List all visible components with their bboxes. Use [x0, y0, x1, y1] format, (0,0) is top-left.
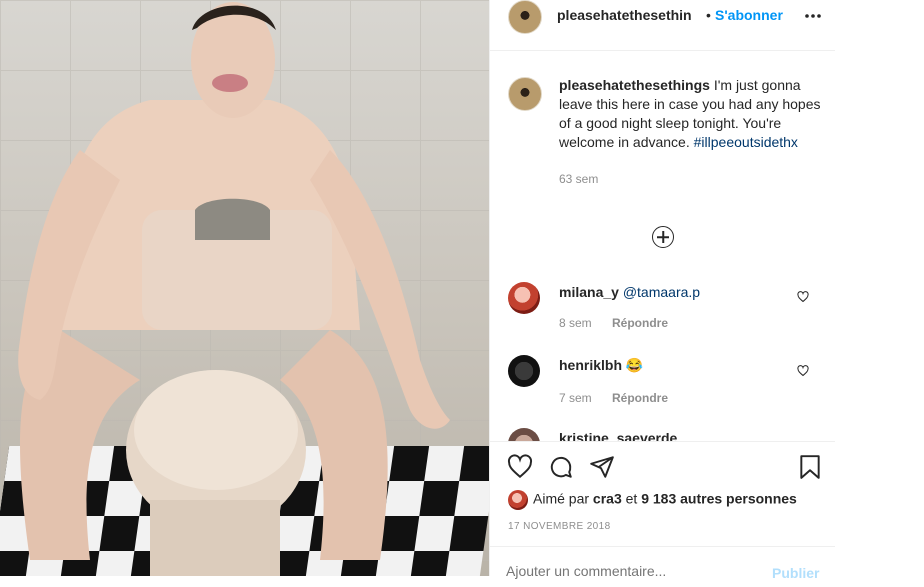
author-avatar[interactable]	[508, 0, 542, 34]
comment-like-icon[interactable]	[797, 291, 809, 303]
liker-avatar	[508, 490, 528, 510]
comment-username[interactable]: milana_y	[559, 284, 619, 300]
comments-scroll-area[interactable]: pleasehatethesethings I'm just gonna lea…	[490, 52, 836, 441]
like-icon[interactable]	[507, 454, 533, 480]
comment-text-line: henriklbh 😂	[559, 357, 643, 374]
save-bookmark-icon[interactable]	[797, 454, 823, 480]
liked-count[interactable]: 9 183 autres personnes	[641, 491, 797, 507]
comment-username[interactable]: henriklbh	[559, 357, 622, 373]
liked-prefix: Aimé par	[533, 490, 593, 507]
add-comment-bar: Publier	[490, 546, 836, 587]
reply-button[interactable]: Répondre	[612, 391, 668, 405]
commenter-avatar[interactable]	[508, 428, 540, 441]
follow-button[interactable]: S'abonner	[715, 7, 783, 23]
more-icon[interactable]	[805, 13, 821, 19]
comment-time: 8 sem	[559, 316, 592, 330]
liked-mid: et	[621, 490, 642, 507]
comment-like-icon[interactable]	[797, 365, 809, 377]
comment-item: kristine_saeverde	[490, 428, 836, 441]
comment-icon[interactable]	[548, 454, 574, 480]
commenter-avatar[interactable]	[508, 282, 540, 314]
post-header: pleasehatethesethin • S'abonner	[490, 0, 836, 51]
toilet-figure-illustration	[18, 2, 450, 576]
publish-button[interactable]: Publier	[772, 565, 819, 581]
share-icon[interactable]	[589, 454, 615, 480]
comment-text-line: milana_y @tamaara.p	[559, 284, 700, 300]
header-dot: •	[706, 7, 711, 23]
commenter-avatar[interactable]	[508, 355, 540, 387]
caption-block: pleasehatethesethings I'm just gonna lea…	[559, 76, 821, 189]
comment-emoji: 😂	[625, 357, 644, 373]
post-date: 17 NOVEMBRE 2018	[508, 521, 611, 532]
caption-hashtag[interactable]: #illpeeoutsidethx	[694, 134, 798, 150]
reply-button[interactable]: Répondre	[612, 316, 668, 330]
comment-item: henriklbh 😂 7 sem Répondre	[490, 355, 836, 415]
comment-item: milana_y @tamaara.p 8 sem Répondre	[490, 282, 836, 342]
liked-user[interactable]: cra3	[593, 491, 622, 507]
right-margin	[835, 0, 924, 576]
post-actions: Aimé par cra3 et 9 183 autres personnes …	[490, 441, 836, 581]
comment-mention[interactable]: @tamaara.p	[623, 284, 700, 300]
comment-time: 7 sem	[559, 391, 592, 405]
comment-input[interactable]	[506, 563, 726, 579]
author-username[interactable]: pleasehatethesethin	[557, 7, 692, 23]
likes-summary: Aimé par cra3 et 9 183 autres personnes	[508, 490, 797, 510]
load-more-comments-icon[interactable]	[652, 226, 674, 248]
comment-username[interactable]: kristine_saeverde	[559, 430, 677, 441]
caption-time: 63 sem	[559, 172, 599, 186]
post-photo	[0, 0, 489, 576]
caption-avatar[interactable]	[508, 77, 542, 111]
post-side-panel: pleasehatethesethin • S'abonner pleaseha…	[489, 0, 836, 581]
caption-username[interactable]: pleasehatethesethings	[559, 77, 710, 93]
